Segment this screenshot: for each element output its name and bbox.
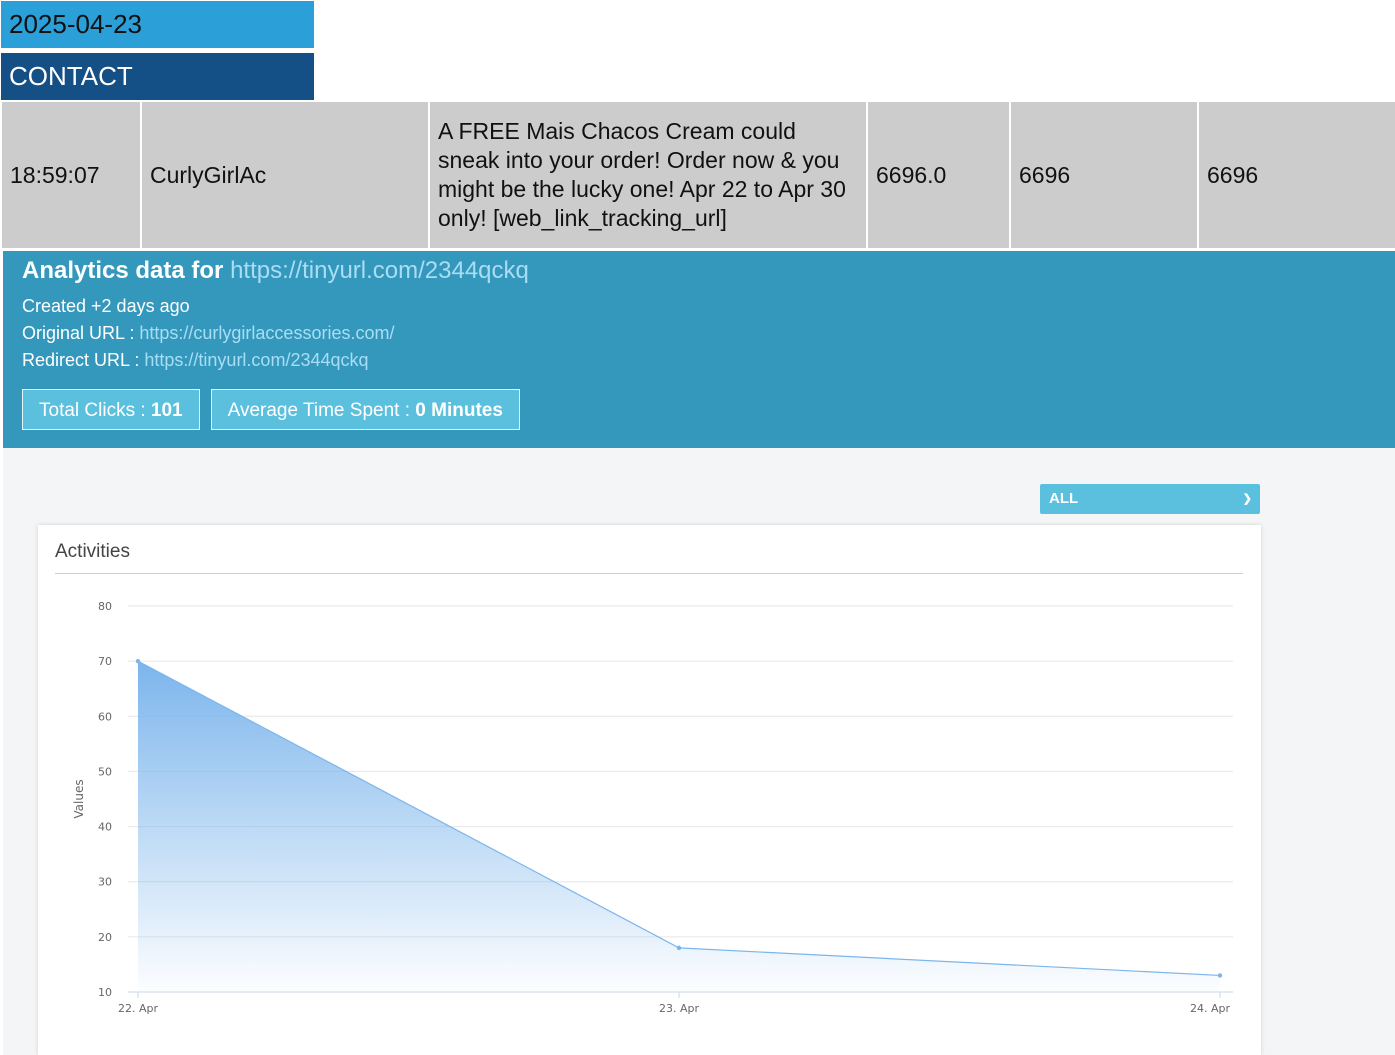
data-point	[135, 658, 141, 664]
data-point	[676, 945, 682, 951]
x-tick-label: 24. Apr	[1190, 1002, 1230, 1015]
total-clicks-label: Total Clicks :	[39, 400, 146, 421]
original-url-label: Original URL :	[22, 323, 135, 343]
activities-card: Activities 10 20 30 40 50 60 70 80 Values 22. Apr…	[38, 525, 1261, 1055]
value-cell-c: 6696	[1199, 102, 1395, 248]
value-cell-b: 6696	[1011, 102, 1197, 248]
x-tick-label: 23. Apr	[659, 1002, 699, 1015]
y-tick-label: 20	[98, 931, 112, 944]
average-time-label: Average Time Spent :	[227, 400, 410, 421]
total-clicks-button[interactable]: Total Clicks : 101	[22, 389, 200, 430]
redirect-url-row: Redirect URL : https://tinyurl.com/2344q…	[22, 347, 1376, 374]
data-point	[1217, 973, 1223, 978]
contact-header[interactable]: CONTACT	[1, 53, 314, 100]
analytics-title-prefix: Analytics data for	[22, 257, 224, 284]
period-select[interactable]: ALL ❯	[1040, 484, 1260, 514]
message-cell: A FREE Mais Chacos Cream could sneak int…	[430, 102, 866, 248]
chevron-down-icon: ❯	[1242, 493, 1252, 505]
chart-section: ALL ❯ Activities 10 20 30 40 50 60 70 80 Values 2…	[3, 448, 1395, 1055]
analytics-title-link[interactable]: https://tinyurl.com/2344qckq	[230, 257, 529, 284]
y-tick-label: 10	[98, 986, 112, 999]
activities-chart: 10 20 30 40 50 60 70 80 Values 22. Apr 23. Apr 24. …	[72, 600, 1233, 1015]
y-axis-title: Values	[72, 779, 86, 818]
table-row: 18:59:07 CurlyGirlAc A FREE Mais Chacos …	[2, 102, 1395, 248]
average-time-value: 0 Minutes	[415, 400, 503, 421]
message-table: 18:59:07 CurlyGirlAc A FREE Mais Chacos …	[0, 102, 1395, 248]
total-clicks-value: 101	[150, 400, 183, 421]
y-tick-label: 60	[98, 710, 112, 723]
original-url-link[interactable]: https://curlygirlaccessories.com/	[139, 323, 394, 343]
original-url-row: Original URL : https://curlygirlaccessor…	[22, 320, 1376, 347]
redirect-url-link[interactable]: https://tinyurl.com/2344qckq	[144, 350, 368, 370]
redirect-url-label: Redirect URL :	[22, 350, 140, 370]
y-tick-label: 70	[98, 655, 112, 668]
date-header: 2025-04-23	[1, 1, 314, 48]
analytics-title: Analytics data for https://tinyurl.com/2…	[22, 254, 1376, 288]
created-text: Created +2 days ago	[22, 296, 190, 316]
y-tick-label: 30	[98, 876, 112, 889]
analytics-panel: Analytics data for https://tinyurl.com/2…	[3, 251, 1395, 448]
value-cell-a: 6696.0	[868, 102, 1009, 248]
y-tick-label: 50	[98, 765, 112, 778]
y-tick-label: 40	[98, 821, 112, 834]
sender-cell: CurlyGirlAc	[142, 102, 428, 248]
x-tick-label: 22. Apr	[118, 1002, 158, 1015]
period-select-value: ALL	[1049, 490, 1079, 507]
time-cell: 18:59:07	[2, 102, 140, 248]
y-tick-label: 80	[98, 600, 112, 613]
average-time-button[interactable]: Average Time Spent : 0 Minutes	[210, 389, 520, 430]
